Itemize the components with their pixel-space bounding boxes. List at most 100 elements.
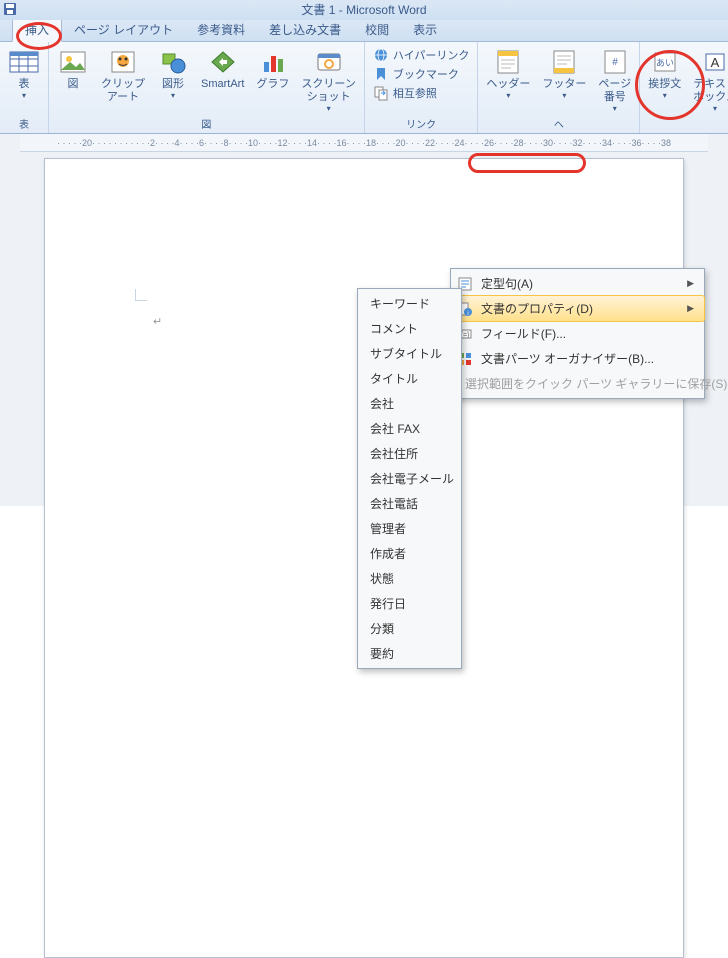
screenshot-icon [313,46,345,78]
tab-references[interactable]: 参考資料 [185,18,257,41]
group-text: あい 挨拶文 ▾ A テキスト ボックス ▾ クイック パーツ ▾ A ワード [640,42,728,133]
header-label: ヘッダー [486,78,530,91]
screenshot-button[interactable]: スクリーン ショット ▾ [297,44,359,115]
tab-page-layout[interactable]: ページ レイアウト [62,18,185,41]
footer-button[interactable]: フッター ▾ [538,44,590,102]
hyperlink-label: ハイパーリンク [393,47,470,63]
hyperlink-icon [373,47,389,63]
picture-button[interactable]: 図 [53,44,93,93]
prop-comment[interactable]: コメント [358,316,461,341]
chart-button[interactable]: グラフ [252,44,293,93]
horizontal-ruler[interactable]: · · · · ·20· · · · · · · · · · ·2· · · ·… [20,134,708,152]
chart-icon [257,46,289,78]
menu-docproperty[interactable]: i 文書のプロパティ(D) ▶ [451,296,704,321]
tab-insert[interactable]: 挿入 [12,17,62,42]
clipart-label: クリップ アート [101,78,145,104]
prop-company[interactable]: 会社 [358,391,461,416]
menu-organizer[interactable]: 文書パーツ オーガナイザー(B)... [451,346,704,371]
prop-companyaddr[interactable]: 会社住所 [358,441,461,466]
smartart-label: SmartArt [201,78,244,91]
menu-organizer-label: 文書パーツ オーガナイザー(B)... [481,350,654,367]
paragraph-mark-icon: ↵ [153,315,162,328]
group-illustrations-label: 図 [53,115,360,133]
dropdown-arrow-icon: ▾ [171,91,175,100]
group-tables: 表 ▾ 表 [0,42,49,133]
crossref-icon [373,85,389,101]
menu-docproperty-label: 文書のプロパティ(D) [481,300,593,317]
prop-companyphone[interactable]: 会社電話 [358,491,461,516]
svg-text:A: A [711,55,720,70]
prop-category[interactable]: 分類 [358,616,461,641]
table-label: 表 [19,78,30,91]
greeting-icon: あい [649,46,681,78]
shapes-icon [157,46,189,78]
dropdown-arrow-icon: ▾ [562,91,566,100]
clipart-button[interactable]: クリップ アート [97,44,149,106]
title-bar: 文書 1 - Microsoft Word [0,0,728,20]
prop-subtitle[interactable]: サブタイトル [358,341,461,366]
svg-text:#: # [612,57,618,68]
menu-field-label: フィールド(F)... [481,325,566,342]
greeting-button[interactable]: あい 挨拶文 ▾ [644,44,685,102]
svg-text:{=}: {=} [461,332,470,339]
table-icon [8,46,40,78]
dropdown-arrow-icon: ▾ [506,91,510,100]
smartart-button[interactable]: SmartArt [197,44,248,93]
quickparts-menu: 定型句(A) ▶ i 文書のプロパティ(D) ▶ {=} フィールド(F)...… [450,268,705,399]
group-links: ハイパーリンク ブックマーク 相互参照 リンク [365,42,479,133]
tab-review[interactable]: 校閲 [353,18,401,41]
margin-marker [135,289,147,301]
docproperty-submenu: キーワード コメント サブタイトル タイトル 会社 会社 FAX 会社住所 会社… [357,288,462,669]
prop-manager[interactable]: 管理者 [358,516,461,541]
prop-title[interactable]: タイトル [358,366,461,391]
dropdown-arrow-icon: ▾ [613,104,617,113]
bookmark-label: ブックマーク [393,66,459,82]
crossref-button[interactable]: 相互参照 [369,84,474,102]
footer-icon [548,46,580,78]
submenu-arrow-icon: ▶ [687,303,694,314]
prop-companyemail[interactable]: 会社電子メール [358,466,461,491]
group-headerfooter: ヘッダー ▾ フッター ▾ # ページ 番号 ▾ ヘ [478,42,640,133]
window-title: 文書 1 - Microsoft Word [301,3,426,17]
screenshot-label: スクリーン ショット [301,78,355,104]
pagenum-label: ページ 番号 [598,78,631,104]
prop-status[interactable]: 状態 [358,566,461,591]
chart-label: グラフ [256,78,289,91]
tab-mailings[interactable]: 差し込み文書 [257,18,353,41]
tab-view[interactable]: 表示 [401,18,449,41]
svg-text:i: i [467,311,468,317]
picture-icon [57,46,89,78]
prop-abstract[interactable]: 要約 [358,641,461,666]
header-icon [492,46,524,78]
table-button[interactable]: 表 ▾ [4,44,44,102]
group-tables-label: 表 [4,115,44,133]
save-icon[interactable] [2,1,18,17]
pagenum-button[interactable]: # ページ 番号 ▾ [594,44,635,115]
prop-keyword[interactable]: キーワード [358,291,461,316]
pagenum-icon: # [599,46,631,78]
hyperlink-button[interactable]: ハイパーリンク [369,46,474,64]
bookmark-button[interactable]: ブックマーク [369,65,474,83]
greeting-label: 挨拶文 [648,78,681,91]
menu-field[interactable]: {=} フィールド(F)... [451,321,704,346]
prop-pubdate[interactable]: 発行日 [358,591,461,616]
ribbon: 表 ▾ 表 図 クリップ アート 図形 ▾ SmartArt [0,42,728,134]
menu-autotext[interactable]: 定型句(A) ▶ [451,271,704,296]
textbox-label: テキスト ボックス [693,78,728,104]
submenu-arrow-icon: ▶ [687,278,694,289]
bookmark-icon [373,66,389,82]
ruler-scale: · · · · ·20· · · · · · · · · · ·2· · · ·… [57,138,671,148]
prop-author[interactable]: 作成者 [358,541,461,566]
ribbon-tabs: 挿入 ページ レイアウト 参考資料 差し込み文書 校閲 表示 [0,20,728,42]
shapes-label: 図形 [162,78,184,91]
textbox-button[interactable]: A テキスト ボックス ▾ [689,44,728,115]
shapes-button[interactable]: 図形 ▾ [153,44,193,102]
dropdown-arrow-icon: ▾ [713,104,717,113]
header-button[interactable]: ヘッダー ▾ [482,44,534,102]
dropdown-arrow-icon: ▾ [22,91,26,100]
prop-companyfax[interactable]: 会社 FAX [358,416,461,441]
textbox-icon: A [699,46,728,78]
group-headerfooter-label: ヘ [482,115,635,133]
dropdown-arrow-icon: ▾ [327,104,331,113]
picture-label: 図 [68,78,79,91]
